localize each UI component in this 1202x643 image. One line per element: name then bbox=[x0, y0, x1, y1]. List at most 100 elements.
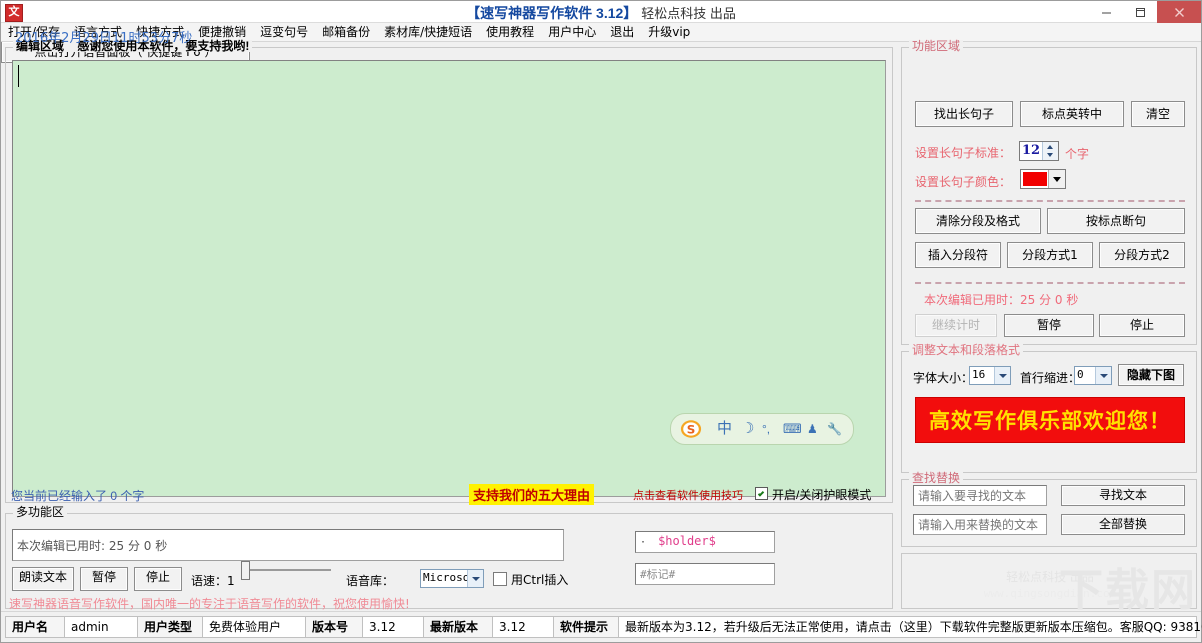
download-site-watermark: 下载网 bbox=[1059, 565, 1197, 616]
function-group-label: 功能区域 bbox=[909, 40, 964, 52]
minimize-button[interactable] bbox=[1089, 1, 1123, 23]
punctuation-en-to-cn-button[interactable]: 标点英转中 bbox=[1020, 101, 1124, 127]
title-bar: 文 【速写神器写作软件 3.12】 轻松点科技 出品 bbox=[1, 1, 1201, 23]
first-line-indent-select[interactable]: 0 bbox=[1074, 366, 1112, 385]
chevron-down-icon[interactable] bbox=[467, 570, 483, 587]
insert-splitter-button[interactable]: 插入分段符 bbox=[915, 242, 1001, 268]
current-datetime-label: 2016年2月29日11时53分7秒 bbox=[15, 31, 193, 46]
replace-all-button[interactable]: 全部替换 bbox=[1061, 514, 1185, 535]
mark-placeholder-text: #标记# bbox=[640, 568, 676, 581]
window-title: 【速写神器写作软件 3.12】 轻松点科技 出品 bbox=[1, 3, 1201, 23]
mark-input-field[interactable]: #标记# bbox=[635, 563, 775, 585]
eye-protection-checkbox[interactable]: 开启/关闭护眼模式 bbox=[755, 486, 871, 503]
spinner-up-down-icon[interactable] bbox=[1042, 142, 1058, 160]
status-version-label: 版本号 bbox=[305, 616, 363, 638]
first-line-indent-label: 首行缩进： bbox=[1020, 371, 1081, 385]
chevron-down-icon[interactable] bbox=[994, 367, 1010, 384]
font-size-select[interactable]: 16 bbox=[969, 366, 1011, 385]
chevron-down-icon[interactable] bbox=[1095, 367, 1111, 384]
status-latest-value: 3.12 bbox=[492, 616, 554, 638]
find-text-input[interactable] bbox=[913, 485, 1047, 506]
svg-text:S: S bbox=[687, 423, 696, 437]
status-username-value: admin bbox=[64, 616, 138, 638]
eye-protection-check-icon[interactable] bbox=[755, 487, 768, 500]
long-sentence-standard-spinner[interactable]: 12 bbox=[1019, 141, 1059, 161]
ctrl-insert-check-icon[interactable] bbox=[493, 572, 507, 586]
status-usertype-label: 用户类型 bbox=[137, 616, 203, 638]
menu-item-mail-backup[interactable]: 邮箱备份 bbox=[315, 23, 377, 42]
text-caret bbox=[18, 65, 19, 87]
long-sentence-unit-label: 个字 bbox=[1065, 147, 1090, 161]
continue-timer-button[interactable]: 继续计时 bbox=[915, 314, 997, 337]
window-title-main: 【速写神器写作软件 3.12】 bbox=[466, 5, 638, 21]
menu-item-tutorial[interactable]: 使用教程 bbox=[479, 23, 541, 42]
speed-slider-thumb[interactable] bbox=[241, 561, 250, 580]
read-stop-button[interactable]: 停止 bbox=[134, 567, 182, 591]
elapsed-time-label: 本次编辑已用时：25 分 0 秒 bbox=[924, 293, 1079, 307]
editor-status-strip: 您当前已经输入了 0 个字 支持我们的五大理由 点击查看软件使用技巧 开启/关闭… bbox=[11, 484, 891, 505]
multifunction-group-label: 多功能区 bbox=[13, 506, 68, 518]
promo-banner-text: 高效写作俱乐部欢迎您！ bbox=[929, 409, 1171, 433]
stop-timer-button[interactable]: 停止 bbox=[1099, 314, 1185, 337]
ctrl-insert-label: 用Ctrl插入 bbox=[511, 573, 569, 587]
speed-slider[interactable] bbox=[241, 559, 331, 580]
sogou-ime-toolbar[interactable]: S 中 ☽ °, ⌨ ♟ 🔧 bbox=[670, 413, 854, 445]
read-text-button[interactable]: 朗读文本 bbox=[12, 567, 74, 591]
maximize-button[interactable] bbox=[1123, 1, 1157, 23]
format-group-label: 调整文本和段落格式 bbox=[909, 344, 1024, 356]
char-count-label: 您当前已经输入了 0 个字 bbox=[11, 489, 145, 503]
long-sentence-standard-label: 设置长句子标准： bbox=[915, 146, 1012, 160]
holder-value: $holder$ bbox=[658, 534, 716, 548]
status-latest-label: 最新版本 bbox=[423, 616, 493, 638]
sogou-logo-icon[interactable]: S bbox=[679, 418, 703, 440]
window-title-sub: 轻松点科技 出品 bbox=[641, 6, 736, 21]
voice-library-label: 语音库： bbox=[346, 574, 395, 588]
divider-1 bbox=[915, 200, 1185, 202]
status-tip-value[interactable]: 最新版本为3.12，若升级后无法正常使用，请点击（这里）下载软件完整版更新版本压… bbox=[618, 616, 1202, 638]
long-sentence-standard-value: 12 bbox=[1021, 143, 1041, 158]
find-replace-group-label: 查找替换 bbox=[909, 472, 964, 484]
clear-format-button[interactable]: 清除分段及格式 bbox=[915, 208, 1041, 234]
ime-soft-keyboard-icon[interactable]: ⌨ bbox=[783, 419, 802, 439]
product-notice-text: 速写神器语音写作软件，国内唯一的专注于语音写作的软件，祝您使用愉快! bbox=[9, 597, 410, 611]
status-tip-label: 软件提示 bbox=[553, 616, 619, 638]
status-username-label: 用户名 bbox=[5, 616, 65, 638]
menu-item-exit[interactable]: 退出 bbox=[603, 23, 641, 42]
find-text-button[interactable]: 寻找文本 bbox=[1061, 485, 1185, 506]
holder-display-field[interactable]: · $holder$ bbox=[635, 531, 775, 553]
pause-timer-button[interactable]: 暂停 bbox=[1004, 314, 1094, 337]
chevron-down-icon[interactable] bbox=[1048, 170, 1065, 188]
replace-text-input[interactable] bbox=[913, 514, 1047, 535]
usage-tips-link[interactable]: 点击查看软件使用技巧 bbox=[633, 487, 743, 503]
status-version-value: 3.12 bbox=[362, 616, 424, 638]
voice-library-select[interactable]: Microsof bbox=[420, 569, 484, 588]
split-mode-1-button[interactable]: 分段方式1 bbox=[1007, 242, 1093, 268]
menu-item-comma-to-period[interactable]: 逗变句号 bbox=[253, 23, 315, 42]
ime-punctuation-icon[interactable]: °, bbox=[762, 419, 770, 439]
ime-chinese-mode-icon[interactable]: 中 bbox=[717, 419, 732, 439]
read-pause-button[interactable]: 暂停 bbox=[80, 567, 128, 591]
font-size-value: 16 bbox=[972, 368, 986, 381]
ime-user-icon[interactable]: ♟ bbox=[807, 419, 818, 439]
menu-item-user-center[interactable]: 用户中心 bbox=[541, 23, 603, 42]
split-mode-2-button[interactable]: 分段方式2 bbox=[1099, 242, 1185, 268]
font-size-label: 字体大小： bbox=[913, 371, 974, 385]
ime-moon-icon[interactable]: ☽ bbox=[741, 419, 754, 439]
multifunction-text-input[interactable] bbox=[12, 529, 564, 561]
long-sentence-color-label: 设置长句子颜色： bbox=[915, 175, 1012, 189]
menu-item-material-library[interactable]: 素材库/快捷短语 bbox=[377, 23, 479, 42]
hide-image-button[interactable]: 隐藏下图 bbox=[1118, 364, 1184, 386]
status-usertype-value: 免费体验用户 bbox=[202, 616, 306, 638]
ime-settings-wrench-icon[interactable]: 🔧 bbox=[827, 419, 842, 439]
split-by-punctuation-button[interactable]: 按标点断句 bbox=[1047, 208, 1185, 234]
promo-banner[interactable]: 高效写作俱乐部欢迎您！ bbox=[915, 397, 1185, 443]
long-sentence-color-picker[interactable] bbox=[1020, 169, 1066, 189]
find-long-sentence-button[interactable]: 找出长句子 bbox=[915, 101, 1013, 127]
clear-button[interactable]: 清空 bbox=[1131, 101, 1185, 127]
divider-2 bbox=[915, 282, 1185, 284]
ctrl-insert-checkbox[interactable]: 用Ctrl插入 bbox=[493, 571, 568, 588]
menu-item-upgrade-vip[interactable]: 升级vip bbox=[641, 23, 697, 42]
close-button[interactable] bbox=[1157, 1, 1201, 23]
status-bar: 用户名 admin 用户类型 免费体验用户 版本号 3.12 最新版本 3.12… bbox=[1, 611, 1202, 642]
five-reasons-link[interactable]: 支持我们的五大理由 bbox=[469, 484, 595, 505]
